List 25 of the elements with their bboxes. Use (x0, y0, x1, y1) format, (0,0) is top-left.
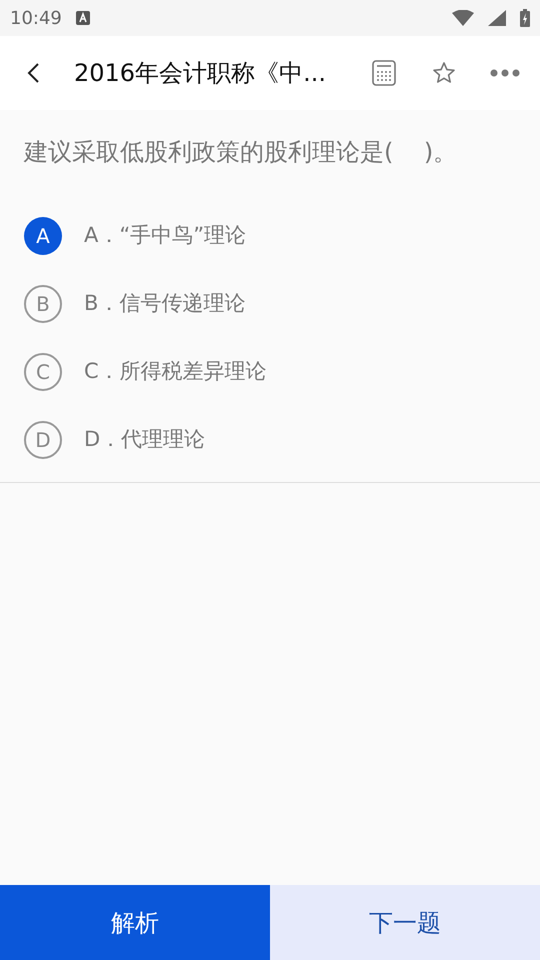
option-letter: A (24, 217, 62, 255)
analysis-button[interactable]: 解析 (0, 885, 270, 960)
back-icon[interactable] (26, 62, 40, 84)
option-text: D．代理理论 (84, 426, 206, 454)
question-text: 建议采取低股利政策的股利理论是( )。 (24, 137, 458, 168)
option-text: C．所得税差异理论 (84, 358, 267, 386)
battery-icon (520, 9, 530, 27)
answer-option[interactable]: D D．代理理论 (24, 406, 516, 474)
option-text: B．信号传递理论 (84, 290, 246, 318)
page-title: 2016年会计职称《中... (74, 58, 326, 89)
more-icon[interactable] (490, 69, 520, 77)
option-text: A．“手中鸟”理论 (84, 222, 246, 250)
option-letter: C (24, 353, 62, 391)
calculator-icon[interactable] (372, 60, 396, 86)
star-icon[interactable] (432, 61, 456, 85)
option-letter: D (24, 421, 62, 459)
signal-icon (488, 10, 506, 26)
option-letter: B (24, 285, 62, 323)
next-question-button[interactable]: 下一题 (270, 885, 540, 960)
wifi-icon (452, 10, 474, 26)
status-time: 10:49 (10, 6, 62, 30)
keyboard-notification-icon (76, 11, 90, 25)
answer-option[interactable]: A A．“手中鸟”理论 (24, 202, 516, 270)
answer-option[interactable]: C C．所得税差异理论 (24, 338, 516, 406)
answer-option[interactable]: B B．信号传递理论 (24, 270, 516, 338)
